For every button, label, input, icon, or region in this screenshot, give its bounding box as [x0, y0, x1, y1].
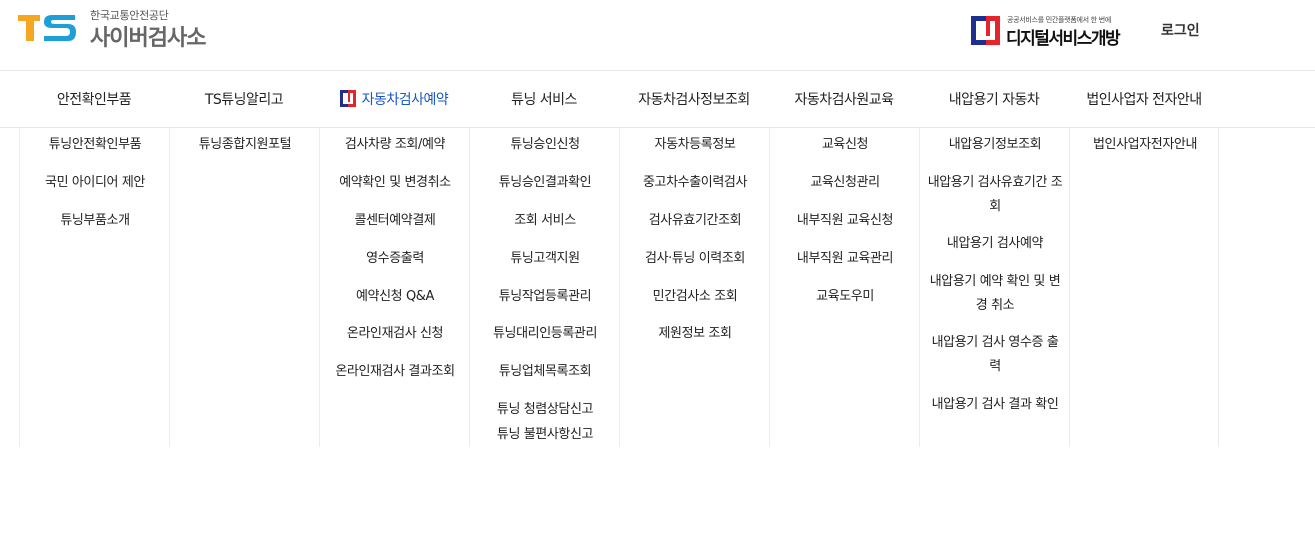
nav-corporate-notice[interactable]: 법인사업자 전자안내 [1069, 89, 1219, 109]
submenu-item[interactable]: 튜닝승인결과확인 [470, 171, 620, 195]
submenu-item[interactable]: 온라인재검사 결과조회 [320, 360, 470, 384]
submenu-item[interactable]: 제원정보 조회 [620, 322, 770, 346]
submenu-item[interactable]: 교육도우미 [770, 285, 920, 309]
login-button[interactable]: 로그인 [1161, 20, 1200, 40]
nav-label: TS튜닝알리고 [204, 92, 284, 108]
submenu-item[interactable]: 검사·튜닝 이력조회 [620, 247, 770, 271]
nav-safety-parts[interactable]: 안전확인부품 [19, 89, 169, 109]
submenu-corporate-notice: 법인사업자전자안내 [1069, 127, 1219, 447]
submenu-item[interactable]: 튜닝업체목록조회 [470, 360, 620, 384]
digital-service-name: 디지털서비스개방 [1006, 29, 1121, 49]
nav-ts-tuning[interactable]: TS튜닝알리고 [169, 89, 319, 109]
nav-pressure-vessel[interactable]: 내압용기 자동차 [919, 89, 1069, 109]
submenu-item[interactable]: 영수증출력 [320, 247, 470, 271]
nav-label: 내압용기 자동차 [948, 92, 1040, 108]
nav-inspection-info[interactable]: 자동차검사정보조회 [619, 89, 769, 109]
nav-label: 자동차검사예약 [361, 92, 449, 108]
nav-label: 안전확인부품 [56, 92, 132, 108]
submenu-item[interactable]: 튜닝승인신청 [470, 133, 620, 157]
submenu-ts-tuning: 튜닝종합지원포털 [169, 127, 319, 447]
submenu-item[interactable]: 교육신청관리 [770, 171, 920, 195]
digital-service-icon [971, 16, 1000, 45]
submenu-item[interactable]: 내압용기 검사 영수증 출력 [920, 331, 1070, 379]
site-name: 사이버검사소 [90, 26, 206, 51]
submenu-item[interactable]: 민간검사소 조회 [620, 285, 770, 309]
nav-inspection-reservation[interactable]: 자동차검사예약 [319, 89, 469, 109]
digital-service-icon [339, 90, 356, 107]
submenu-item[interactable]: 튜닝 청렴상담신고 [470, 398, 620, 422]
submenu-item[interactable]: 내압용기 예약 확인 및 변경 취소 [920, 270, 1070, 318]
submenu-item[interactable]: 법인사업자전자안내 [1070, 133, 1220, 157]
submenu-tuning-service: 튜닝승인신청 튜닝승인결과확인 조회 서비스 튜닝고객지원 튜닝작업등록관리 튜… [469, 127, 619, 447]
submenu-item[interactable]: 검사유효기간조회 [620, 209, 770, 233]
site-header: 한국교통안전공단 사이버검사소 공공서비스를 민간플랫폼에서 한 번에 디지털서… [0, 0, 1315, 71]
submenu-item[interactable]: 검사차량 조회/예약 [320, 133, 470, 157]
main-nav: 안전확인부품 TS튜닝알리고 자동차검사예약 튜닝 서비스 자동차검사정보조회 … [0, 71, 1315, 128]
submenu-item[interactable]: 예약신청 Q&A [320, 285, 470, 309]
submenu-inspection-info: 자동차등록정보 중고차수출이력검사 검사유효기간조회 검사·튜닝 이력조회 민간… [619, 127, 769, 447]
submenu-item[interactable]: 자동차등록정보 [620, 133, 770, 157]
submenu-item[interactable]: 조회 서비스 [470, 209, 620, 233]
nav-label: 법인사업자 전자안내 [1086, 92, 1202, 108]
ts-logo-mark [18, 15, 76, 41]
submenu-item[interactable]: 중고차수출이력검사 [620, 171, 770, 195]
submenu-item[interactable]: 내부직원 교육신청 [770, 209, 920, 233]
submenu-item[interactable]: 내압용기정보조회 [920, 133, 1070, 157]
submenu-item[interactable]: 국민 아이디어 제안 [20, 171, 170, 195]
nav-tuning-service[interactable]: 튜닝 서비스 [469, 89, 619, 109]
nav-label: 자동차검사원교육 [794, 92, 894, 108]
submenu-item[interactable]: 튜닝종합지원포털 [170, 133, 320, 157]
submenu-item[interactable]: 내압용기 검사예약 [920, 232, 1070, 256]
mega-menu-dropdown: 튜닝안전확인부품 국민 아이디어 제안 튜닝부품소개 튜닝종합지원포털 검사차량… [19, 127, 1219, 447]
submenu-item[interactable]: 온라인재검사 신청 [320, 322, 470, 346]
submenu-item[interactable]: 내압용기 검사유효기간 조회 [920, 171, 1070, 219]
submenu-item[interactable]: 내부직원 교육관리 [770, 247, 920, 271]
submenu-safety-parts: 튜닝안전확인부품 국민 아이디어 제안 튜닝부품소개 [19, 127, 169, 447]
submenu-inspector-education: 교육신청 교육신청관리 내부직원 교육신청 내부직원 교육관리 교육도우미 [769, 127, 919, 447]
submenu-item[interactable]: 내압용기 검사 결과 확인 [920, 393, 1070, 417]
submenu-inspection-reservation: 검사차량 조회/예약 예약확인 및 변경취소 콜센터예약결제 영수증출력 예약신… [319, 127, 469, 447]
submenu-item[interactable]: 튜닝부품소개 [20, 209, 170, 233]
submenu-item[interactable]: 튜닝고객지원 [470, 247, 620, 271]
nav-inspector-education[interactable]: 자동차검사원교육 [769, 89, 919, 109]
submenu-item[interactable]: 튜닝작업등록관리 [470, 285, 620, 309]
submenu-item[interactable]: 교육신청 [770, 133, 920, 157]
nav-label: 튜닝 서비스 [511, 92, 577, 108]
submenu-pressure-vessel: 내압용기정보조회 내압용기 검사유효기간 조회 내압용기 검사예약 내압용기 예… [919, 127, 1069, 447]
submenu-item[interactable]: 콜센터예약결제 [320, 209, 470, 233]
submenu-item[interactable]: 튜닝 불편사항신고 [470, 423, 620, 447]
submenu-item[interactable]: 튜닝대리인등록관리 [470, 322, 620, 346]
submenu-item[interactable]: 예약확인 및 변경취소 [320, 171, 470, 195]
nav-label: 자동차검사정보조회 [638, 92, 750, 108]
submenu-item[interactable]: 튜닝안전확인부품 [20, 133, 170, 157]
digital-service-banner[interactable]: 공공서비스를 민간플랫폼에서 한 번에 디지털서비스개방 [971, 15, 1131, 49]
